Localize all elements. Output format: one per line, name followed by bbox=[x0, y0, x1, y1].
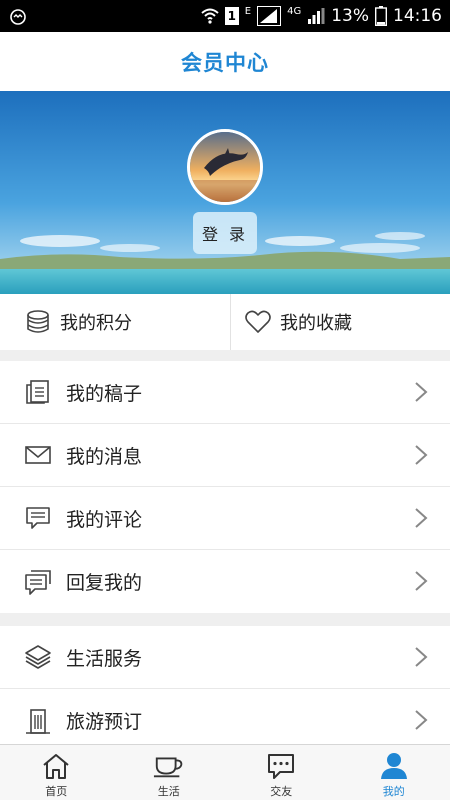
menu-item-life-services[interactable]: 生活服务 bbox=[0, 626, 450, 689]
menu-item-label: 我的稿子 bbox=[66, 382, 143, 405]
layers-icon bbox=[24, 643, 52, 671]
menu-group-content: 我的稿子 我的消息 我的评论 回复我的 bbox=[0, 361, 450, 613]
chevron-right-icon bbox=[415, 445, 428, 465]
coffee-cup-icon bbox=[153, 751, 185, 781]
favorites-label: 我的收藏 bbox=[280, 313, 352, 334]
wifi-icon bbox=[201, 8, 219, 24]
points-label: 我的积分 bbox=[60, 313, 132, 334]
chevron-right-icon bbox=[415, 508, 428, 528]
menu-item-my-messages[interactable]: 我的消息 bbox=[0, 424, 450, 487]
reply-comment-icon bbox=[24, 568, 52, 596]
chat-icon bbox=[265, 751, 297, 781]
bottom-tab-bar: 首页 生活 交友 我的 bbox=[0, 744, 450, 800]
tab-label: 交友 bbox=[270, 785, 293, 798]
tab-life[interactable]: 生活 bbox=[113, 745, 226, 800]
favorites-link[interactable]: 我的收藏 bbox=[230, 294, 450, 350]
chevron-right-icon bbox=[415, 710, 428, 730]
clock: 14:16 bbox=[393, 6, 442, 26]
page-title: 会员中心 bbox=[181, 50, 269, 75]
tab-label: 生活 bbox=[157, 785, 180, 798]
tab-friends[interactable]: 交友 bbox=[225, 745, 338, 800]
menu-item-my-comments[interactable]: 我的评论 bbox=[0, 487, 450, 550]
battery-percent: 13% bbox=[331, 6, 369, 26]
notification-icon bbox=[10, 9, 26, 25]
menu-item-label: 生活服务 bbox=[66, 647, 143, 670]
chevron-right-icon bbox=[415, 382, 428, 402]
menu-item-label: 我的评论 bbox=[66, 508, 143, 531]
document-stack-icon bbox=[24, 378, 52, 406]
menu-item-replies-to-me[interactable]: 回复我的 bbox=[0, 550, 450, 613]
tab-home[interactable]: 首页 bbox=[0, 745, 113, 800]
menu-item-travel-booking[interactable]: 旅游预订 bbox=[0, 689, 450, 752]
chevron-right-icon bbox=[415, 571, 428, 591]
login-button[interactable]: 登 录 bbox=[193, 212, 257, 254]
menu-item-my-drafts[interactable]: 我的稿子 bbox=[0, 361, 450, 424]
tab-mine[interactable]: 我的 bbox=[338, 745, 450, 800]
quick-links: 我的积分 我的收藏 bbox=[0, 294, 450, 350]
database-icon bbox=[24, 308, 52, 336]
tab-label: 我的 bbox=[382, 785, 405, 798]
network-label: E bbox=[244, 6, 252, 17]
menu-item-label: 我的消息 bbox=[66, 445, 143, 468]
battery-icon bbox=[375, 6, 387, 26]
user-icon bbox=[378, 751, 410, 781]
points-link[interactable]: 我的积分 bbox=[0, 294, 230, 350]
app-header: 会员中心 bbox=[0, 32, 450, 91]
signal-bars-icon bbox=[308, 8, 325, 24]
menu-item-label: 回复我的 bbox=[66, 572, 143, 594]
home-icon bbox=[40, 751, 72, 781]
envelope-icon bbox=[24, 441, 52, 469]
chevron-right-icon bbox=[415, 647, 428, 667]
building-icon bbox=[24, 707, 52, 735]
sim-slot-badge: 1 bbox=[224, 7, 239, 25]
heart-icon bbox=[244, 308, 272, 336]
signal-icon bbox=[257, 6, 282, 26]
dolphin-avatar-image bbox=[190, 132, 260, 202]
avatar[interactable] bbox=[187, 129, 263, 205]
network-type-label: 4G bbox=[287, 6, 302, 17]
tab-label: 首页 bbox=[45, 785, 68, 798]
comment-icon bbox=[24, 504, 52, 532]
menu-item-label: 旅游预订 bbox=[66, 711, 143, 733]
profile-banner: 登 录 bbox=[0, 91, 450, 294]
status-bar: 1 E 4G 13% 14:16 bbox=[0, 0, 450, 32]
menu-group-services: 生活服务 旅游预订 bbox=[0, 626, 450, 752]
